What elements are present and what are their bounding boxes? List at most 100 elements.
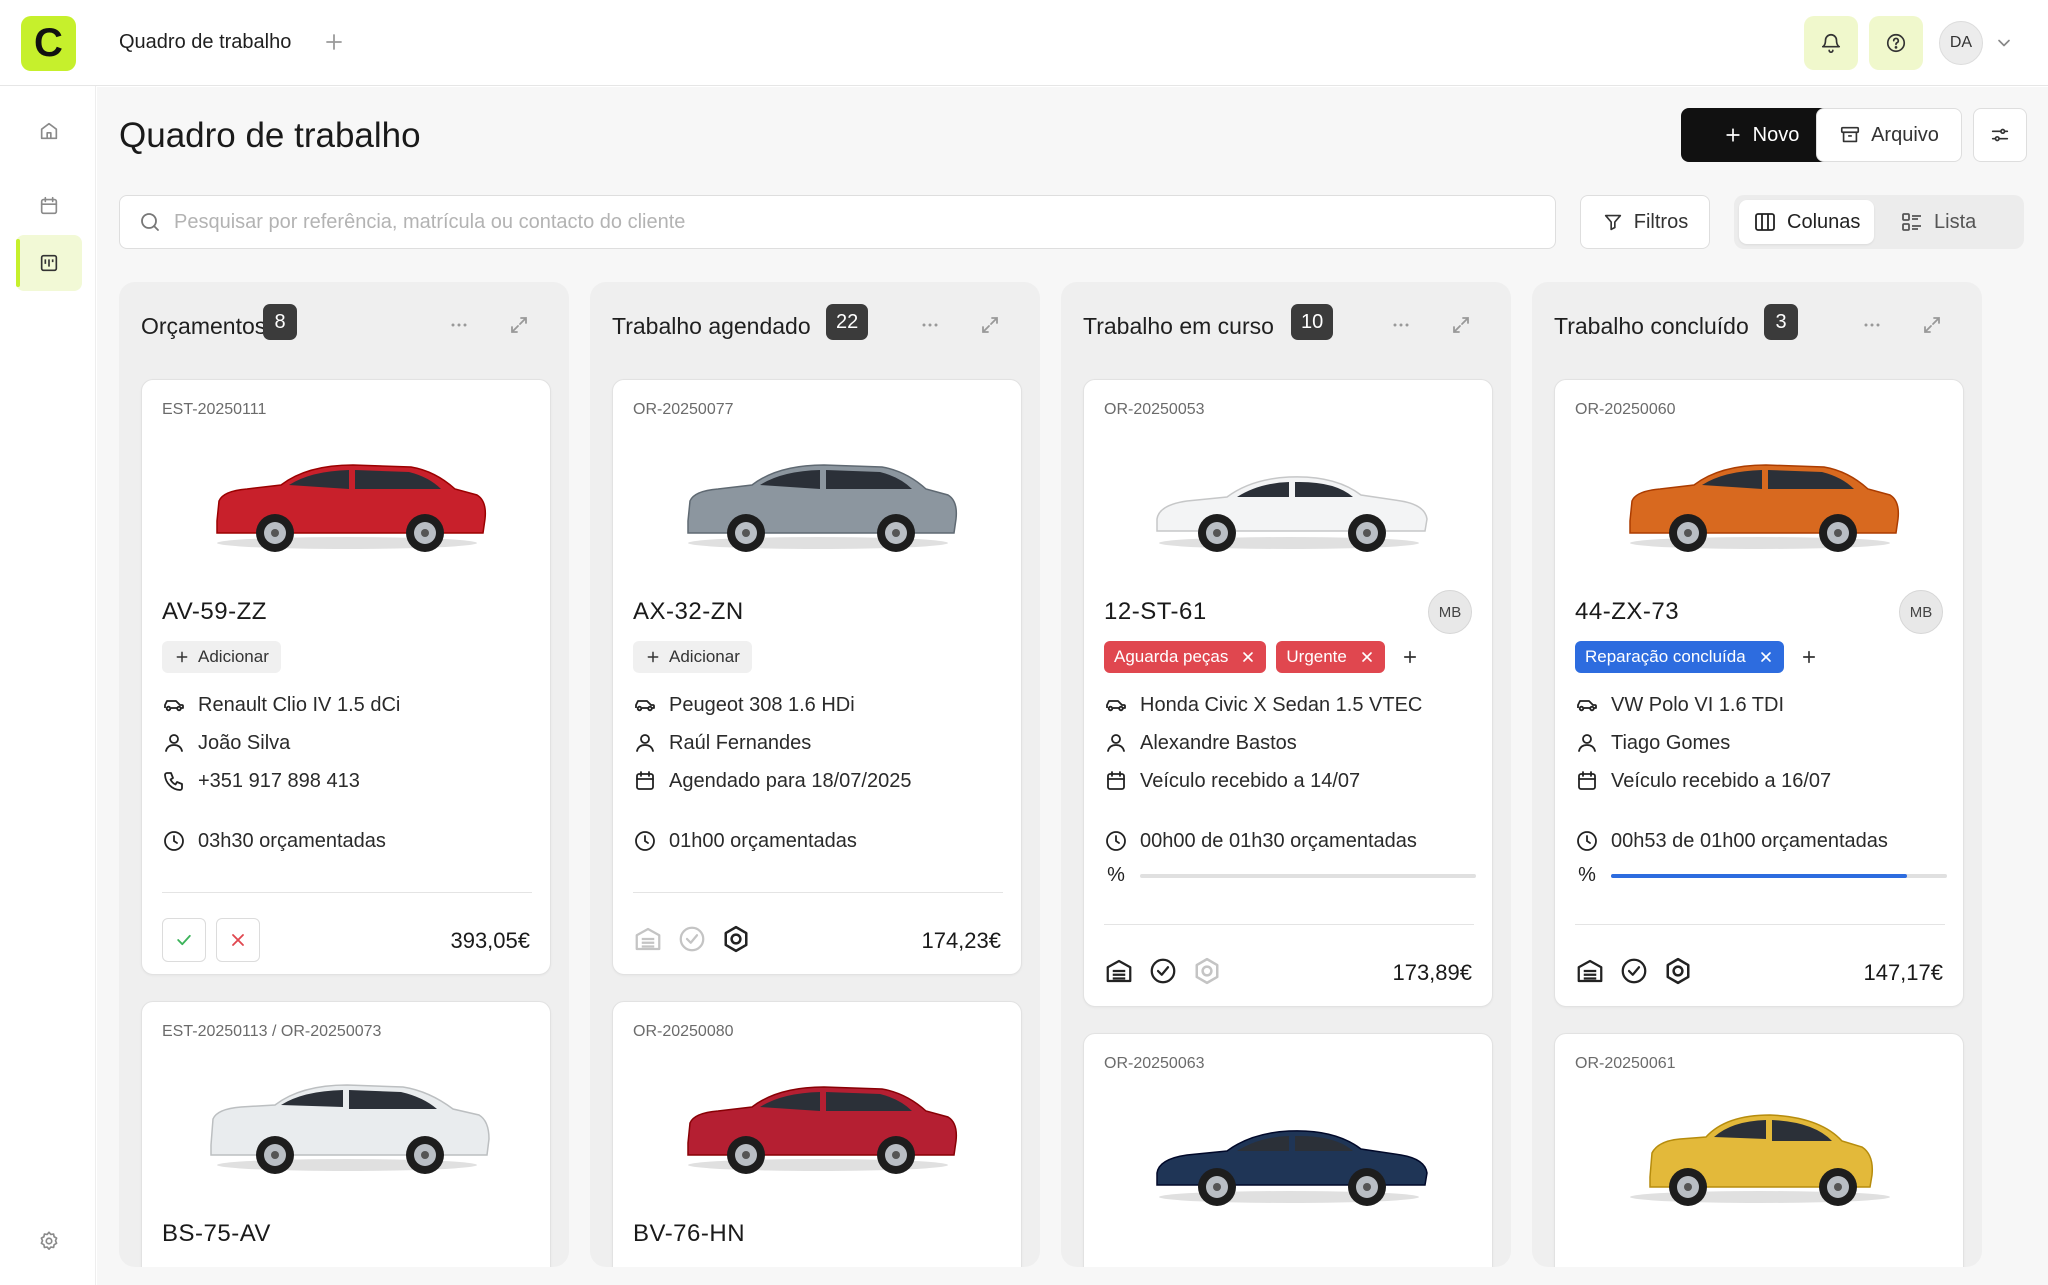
help-button[interactable] xyxy=(1869,16,1923,70)
add-tag-button[interactable]: Adicionar xyxy=(633,641,752,673)
reject-button[interactable] xyxy=(216,918,260,962)
license-plate: BV-76-HN xyxy=(633,1220,746,1247)
assignee-avatar[interactable]: MB xyxy=(1899,590,1943,634)
view-columns-label: Colunas xyxy=(1787,210,1861,233)
elapsed-time: 00h53 de 01h00 orçamentadas xyxy=(1611,829,1888,852)
close-icon[interactable] xyxy=(1240,649,1256,665)
tag-chip[interactable]: Reparação concluída xyxy=(1575,641,1784,673)
calendar-icon xyxy=(38,195,60,217)
vehicle-info: Peugeot 308 1.6 HDi xyxy=(633,693,855,717)
column-count-badge: 8 xyxy=(263,304,297,340)
chevron-down-icon[interactable] xyxy=(1994,33,2014,53)
add-tag-button[interactable] xyxy=(1395,641,1425,673)
user-avatar[interactable]: DA xyxy=(1939,21,1983,65)
customer-name: Alexandre Bastos xyxy=(1140,731,1297,754)
status-icons xyxy=(1575,956,1693,986)
plus-icon xyxy=(1723,125,1743,145)
column-count-badge: 22 xyxy=(826,304,869,340)
expand-icon[interactable] xyxy=(978,313,1002,337)
board-settings-button[interactable] xyxy=(1973,108,2027,162)
user-icon xyxy=(633,731,657,755)
card-reference: OR-20250053 xyxy=(1104,401,1205,418)
close-icon[interactable] xyxy=(1359,649,1375,665)
tag-chip[interactable]: Urgente xyxy=(1276,641,1385,673)
list-icon xyxy=(1900,210,1924,234)
expand-icon[interactable] xyxy=(507,313,531,337)
job-card[interactable]: OR-20250053 12-ST-61 MB Aguarda peças Ur… xyxy=(1083,379,1493,1007)
tag-label: Urgente xyxy=(1286,647,1347,666)
license-plate: BS-75-AV xyxy=(162,1220,271,1247)
received-info: Veículo recebido a 14/07 xyxy=(1104,769,1360,793)
job-card[interactable]: OR-20250063 xyxy=(1083,1033,1493,1267)
filters-button[interactable]: Filtros xyxy=(1580,195,1710,249)
time-info: 00h53 de 01h00 orçamentadas xyxy=(1575,829,1888,853)
car-icon xyxy=(1104,693,1128,717)
view-columns-option[interactable]: Colunas xyxy=(1739,200,1875,244)
vehicle-info: Honda Civic X Sedan 1.5 VTEC xyxy=(1104,693,1422,717)
archive-button[interactable]: Arquivo xyxy=(1816,108,1962,162)
percent-icon: % xyxy=(1578,864,1596,886)
expand-icon[interactable] xyxy=(1449,313,1473,337)
quote-actions xyxy=(162,918,260,962)
more-options-icon[interactable] xyxy=(1860,313,1884,337)
add-tag-button[interactable]: Adicionar xyxy=(162,641,281,673)
percent-icon: % xyxy=(1107,864,1125,886)
view-list-option[interactable]: Lista xyxy=(1886,200,1990,244)
notifications-button[interactable] xyxy=(1804,16,1858,70)
approve-button[interactable] xyxy=(162,918,206,962)
more-options-icon[interactable] xyxy=(1389,313,1413,337)
view-toggle: Colunas Lista xyxy=(1734,195,2024,249)
archive-icon xyxy=(1839,124,1861,146)
workspace-tab[interactable]: Quadro de trabalho xyxy=(119,31,291,54)
tag-list: Aguarda peças Urgente xyxy=(1104,641,1425,673)
job-card[interactable]: EST-20250111 AV-59-ZZ Adicionar Renault … xyxy=(141,379,551,975)
tire-icon xyxy=(721,924,751,954)
customer-phone[interactable]: +351 917 898 413 xyxy=(198,770,360,793)
more-options-icon[interactable] xyxy=(918,313,942,337)
garage-icon xyxy=(633,924,663,954)
job-card[interactable]: OR-20250060 44-ZX-73 MB Reparação conclu… xyxy=(1554,379,1964,1007)
clock-icon xyxy=(1575,829,1599,853)
app-logo[interactable]: C xyxy=(21,16,76,71)
received-date: Veículo recebido a 16/07 xyxy=(1611,769,1832,792)
more-options-icon[interactable] xyxy=(447,313,471,337)
tire-icon xyxy=(1663,956,1693,986)
license-plate: AV-59-ZZ xyxy=(162,598,267,625)
view-list-label: Lista xyxy=(1934,210,1977,233)
column-count-badge: 10 xyxy=(1291,304,1334,340)
assignee-avatar[interactable]: MB xyxy=(1428,590,1472,634)
sidebar-item-settings[interactable] xyxy=(16,1213,82,1269)
car-image xyxy=(668,435,968,555)
progress-row: % xyxy=(1575,864,1947,887)
car-image xyxy=(668,1057,968,1177)
car-icon xyxy=(633,693,657,717)
job-card[interactable]: EST-20250113 / OR-20250073 BS-75-AV xyxy=(141,1001,551,1267)
user-icon xyxy=(162,731,186,755)
columns-icon xyxy=(1753,210,1777,234)
job-card[interactable]: OR-20250077 AX-32-ZN Adicionar Peugeot 3… xyxy=(612,379,1022,975)
job-card[interactable]: OR-20250080 BV-76-HN xyxy=(612,1001,1022,1267)
filters-button-label: Filtros xyxy=(1633,210,1689,233)
sidebar-item-home[interactable] xyxy=(16,103,82,159)
close-icon[interactable] xyxy=(1758,649,1774,665)
board-icon xyxy=(38,252,60,274)
job-card[interactable]: OR-20250061 xyxy=(1554,1033,1964,1267)
tag-list: Reparação concluída xyxy=(1575,641,1824,673)
sliders-icon xyxy=(1989,124,2011,146)
home-icon xyxy=(38,120,60,142)
add-tab-icon[interactable] xyxy=(322,30,346,54)
user-icon xyxy=(1575,731,1599,755)
expand-icon[interactable] xyxy=(1920,313,1944,337)
customer-name: João Silva xyxy=(198,731,291,754)
sidebar-item-board[interactable] xyxy=(16,235,82,291)
sidebar xyxy=(0,86,96,1285)
add-tag-button[interactable] xyxy=(1794,641,1824,673)
vehicle-model: VW Polo VI 1.6 TDI xyxy=(1611,693,1785,716)
customer-name: Tiago Gomes xyxy=(1611,731,1731,754)
vehicle-info: Renault Clio IV 1.5 dCi xyxy=(162,693,400,717)
search-input[interactable] xyxy=(174,210,1524,234)
sidebar-item-calendar[interactable] xyxy=(16,178,82,234)
customer-info: João Silva xyxy=(162,731,290,755)
tag-chip[interactable]: Aguarda peças xyxy=(1104,641,1267,673)
progress-row: % xyxy=(1104,864,1476,887)
